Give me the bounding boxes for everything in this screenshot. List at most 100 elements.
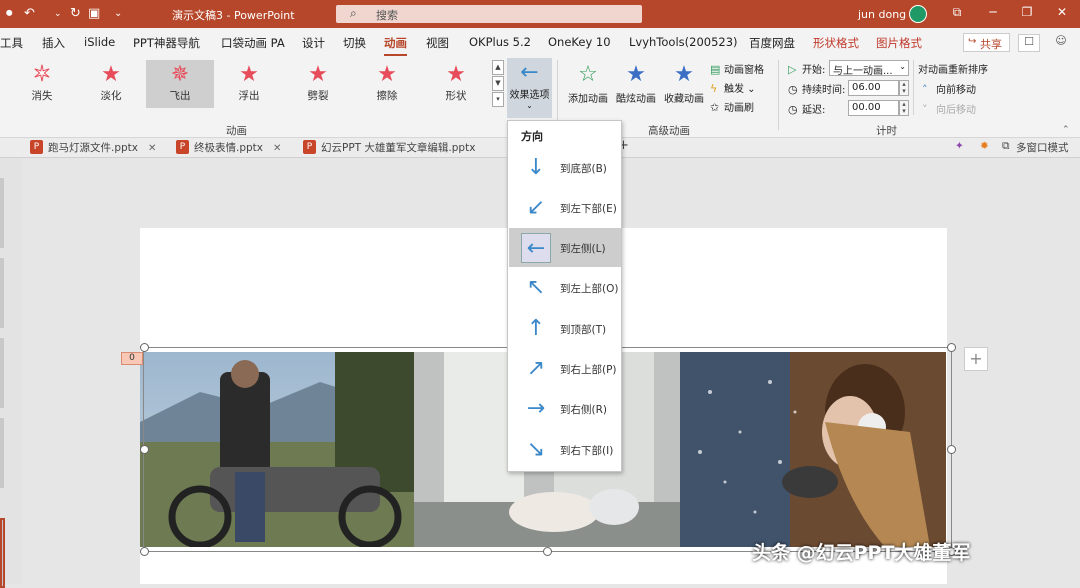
direction-bottom-right[interactable]: ↘ 到右下部(I) (509, 430, 621, 469)
resize-handle[interactable] (140, 547, 149, 556)
anim-shape[interactable]: ★ 形状 (422, 60, 490, 108)
document-title: 演示文稿3 - PowerPoint (172, 9, 295, 22)
animation-pane-button[interactable]: ▤ 动画窗格 (710, 61, 764, 76)
direction-top-left[interactable]: ↖ 到左上部(O) (509, 268, 621, 307)
feedback-icon[interactable]: ☺ (1050, 34, 1072, 52)
slide-thumbnail[interactable] (0, 338, 4, 408)
user-name[interactable]: jun dong (858, 8, 906, 21)
duration-input[interactable]: 06.00 (848, 80, 899, 96)
scroll-down-icon[interactable]: ▼ (492, 76, 504, 91)
comments-icon[interactable]: ☐ (1018, 34, 1040, 52)
tab-ppt-nav[interactable]: PPT神器导航 (133, 35, 200, 51)
share-button[interactable]: 共享 (963, 33, 1010, 52)
duration-value: 06.00 (852, 82, 881, 93)
anim-label: 飞出 (169, 90, 191, 102)
doc-tab[interactable]: P 终极表情.pptx ✕ (176, 140, 281, 155)
resize-handle[interactable] (140, 445, 149, 454)
collapse-ribbon-icon[interactable]: ⌃ (1062, 125, 1070, 135)
add-animation-button[interactable]: ☆ 添加动画 (563, 60, 613, 105)
anim-wipe[interactable]: ★ 擦除 (353, 60, 421, 108)
star-icon: ★ (239, 62, 259, 87)
restore-icon[interactable]: ❐ (1017, 5, 1037, 19)
star-icon: ✵ (170, 62, 190, 87)
plugin-icon[interactable]: ✦ (955, 140, 964, 152)
tab-lvyhtools[interactable]: LvyhTools(200523) (629, 35, 738, 49)
start-select[interactable]: 与上一动画... ⌄ (829, 60, 909, 77)
tab-tools[interactable]: 工具 (0, 35, 23, 51)
anim-split[interactable]: ★ 劈裂 (284, 60, 352, 108)
resize-handle[interactable] (140, 343, 149, 352)
avatar[interactable] (909, 5, 927, 23)
direction-label: 到顶部(T) (560, 324, 607, 336)
move-later-button[interactable]: ˅ 向后移动 (922, 101, 976, 116)
duration-stepper[interactable]: ▴ ▾ (899, 80, 909, 96)
gallery-more-icon[interactable]: ▾ (492, 92, 504, 107)
resize-handle[interactable] (543, 547, 552, 556)
favorite-animation-button[interactable]: ★ 收藏动画 (659, 60, 709, 105)
anim-fly-out[interactable]: ✵ 飞出 (146, 60, 214, 108)
autosave-icon[interactable]: ⏺ (6, 6, 13, 21)
tab-shape-format[interactable]: 形状格式 (813, 35, 859, 51)
anim-fade[interactable]: ★ 淡化 (77, 60, 145, 108)
effect-options-button[interactable]: ← 效果选项 ⌄ (507, 58, 552, 118)
minimize-icon[interactable]: ─ (983, 5, 1003, 19)
slide-thumbnail[interactable] (0, 178, 4, 248)
move-earlier-button[interactable]: ˄ 向前移动 (922, 81, 976, 96)
settings-icon[interactable]: ✹ (980, 140, 989, 152)
add-element-button[interactable]: + (964, 347, 988, 371)
direction-bottom[interactable]: ↓ 到底部(B) (509, 148, 621, 187)
anim-float-out[interactable]: ★ 浮出 (215, 60, 283, 108)
tab-transitions[interactable]: 切换 (343, 35, 366, 51)
doc-tab-label: 幻云PPT 大雄董军文章编辑.pptx (321, 142, 476, 154)
tab-onekey[interactable]: OneKey 10 (548, 35, 611, 49)
customize-qat-icon[interactable]: ⌄ (114, 8, 122, 19)
tab-animations[interactable]: 动画 (384, 35, 407, 57)
animation-painter-button[interactable]: ✩ 动画刷 (710, 99, 754, 114)
arrow-down-right-icon: ↘ (526, 437, 546, 462)
reorder-title: 对动画重新排序 (918, 65, 988, 76)
redo-icon[interactable]: ↻ (70, 6, 81, 21)
scroll-up-icon[interactable]: ▲ (492, 60, 504, 75)
resize-handle[interactable] (947, 445, 956, 454)
delay-stepper[interactable]: ▴ ▾ (899, 100, 909, 116)
start-value: 与上一动画... (833, 66, 893, 77)
direction-label: 到底部(B) (560, 163, 607, 175)
close-icon[interactable]: ✕ (1052, 5, 1072, 19)
delay-value: 00.00 (852, 102, 881, 113)
tab-okplus[interactable]: OKPlus 5.2 (469, 35, 531, 49)
direction-left[interactable]: ← 到左侧(L) (509, 228, 621, 267)
delay-input[interactable]: 00.00 (848, 100, 899, 116)
ribbon-display-icon[interactable]: ⧉ (947, 5, 967, 20)
tab-view[interactable]: 视图 (426, 35, 449, 51)
doc-tab[interactable]: P 跑马灯源文件.pptx ✕ (30, 140, 156, 155)
trigger-button[interactable]: ϟ 触发 ⌄ (710, 80, 756, 95)
present-icon[interactable]: ▣ (88, 6, 100, 21)
star-icon: ★ (101, 62, 121, 87)
direction-bottom-left[interactable]: ↙ 到左下部(E) (509, 188, 621, 227)
undo-dropdown-icon[interactable]: ⌄ (54, 9, 62, 19)
close-icon[interactable]: ✕ (148, 143, 156, 154)
multi-window-button[interactable]: ⧉ 多窗口模式 (1002, 140, 1069, 155)
direction-top[interactable]: ↑ 到顶部(T) (509, 309, 621, 348)
direction-top-right[interactable]: ↗ 到右上部(P) (509, 349, 621, 388)
slide-thumbnail[interactable] (0, 258, 4, 328)
resize-handle[interactable] (947, 343, 956, 352)
tab-islide[interactable]: iSlide (84, 35, 115, 49)
chevron-down-icon: ˅ (922, 103, 928, 116)
doc-tab[interactable]: P 幻云PPT 大雄董军文章编辑.pptx (303, 140, 475, 155)
arrow-left-icon: ← (520, 60, 539, 85)
slide-thumbnail-selected[interactable] (0, 518, 5, 588)
tab-pocket-anim[interactable]: 口袋动画 PA (221, 35, 285, 51)
tab-picture-format[interactable]: 图片格式 (876, 35, 922, 51)
tab-insert[interactable]: 插入 (42, 35, 65, 51)
tab-design[interactable]: 设计 (302, 35, 325, 51)
cool-animation-button[interactable]: ★ 酷炫动画 (611, 60, 661, 105)
animation-order-tag[interactable]: 0 (121, 352, 143, 365)
slide-thumbnail[interactable] (0, 418, 4, 488)
tab-baidu-pan[interactable]: 百度网盘 (749, 35, 795, 51)
anim-disappear[interactable]: ✶ 消失 (8, 60, 76, 108)
close-icon[interactable]: ✕ (273, 143, 281, 154)
direction-right[interactable]: → 到右侧(R) (509, 389, 621, 428)
search-input[interactable]: ⌕ 搜索 (336, 5, 642, 23)
undo-icon[interactable]: ↶ (24, 6, 35, 21)
